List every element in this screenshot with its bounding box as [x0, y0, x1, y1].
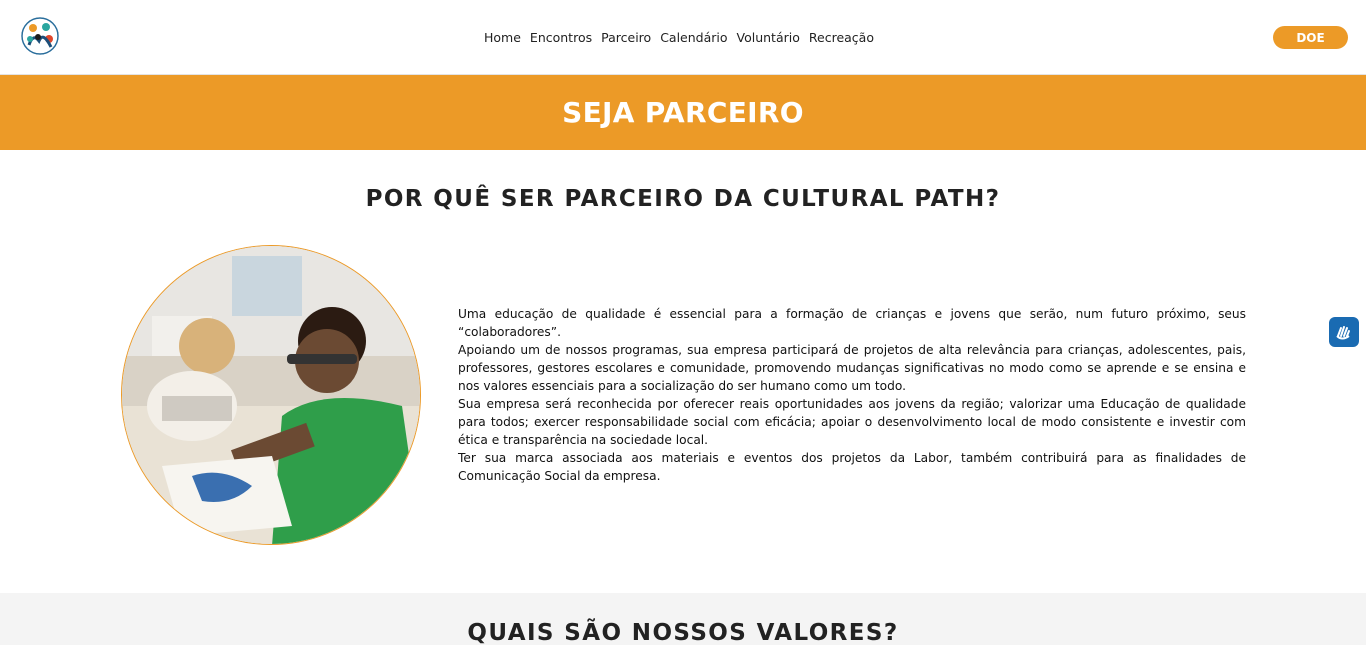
- why-partner-text: Uma educação de qualidade é essencial pa…: [458, 305, 1246, 485]
- paragraph: Uma educação de qualidade é essencial pa…: [458, 307, 1246, 339]
- nav-recreacao[interactable]: Recreação: [809, 30, 874, 45]
- cultural-path-logo[interactable]: [21, 17, 59, 55]
- nav-parceiro[interactable]: Parceiro: [601, 30, 651, 45]
- classroom-photo: [121, 245, 421, 545]
- paragraph: Apoiando um de nossos programas, sua emp…: [458, 343, 1246, 393]
- page-title: SEJA PARCEIRO: [562, 96, 804, 129]
- nav-calendario[interactable]: Calendário: [660, 30, 727, 45]
- why-partner-heading: POR QUÊ SER PARCEIRO DA CULTURAL PATH?: [365, 186, 1001, 212]
- paragraph: Sua empresa será reconhecida por oferece…: [458, 397, 1246, 447]
- donate-button[interactable]: DOE: [1273, 26, 1348, 49]
- nav-home[interactable]: Home: [484, 30, 521, 45]
- site-header: Home Encontros Parceiro Calendário Volun…: [0, 0, 1366, 75]
- values-heading: QUAIS SÃO NOSSOS VALORES?: [467, 620, 899, 645]
- values-section: QUAIS SÃO NOSSOS VALORES?: [0, 593, 1366, 645]
- sign-language-icon[interactable]: [1329, 317, 1359, 347]
- page-banner: SEJA PARCEIRO: [0, 75, 1366, 150]
- paragraph: Ter sua marca associada aos materiais e …: [458, 451, 1246, 483]
- main-nav: Home Encontros Parceiro Calendário Volun…: [484, 30, 874, 45]
- nav-voluntario[interactable]: Voluntário: [737, 30, 800, 45]
- nav-encontros[interactable]: Encontros: [530, 30, 592, 45]
